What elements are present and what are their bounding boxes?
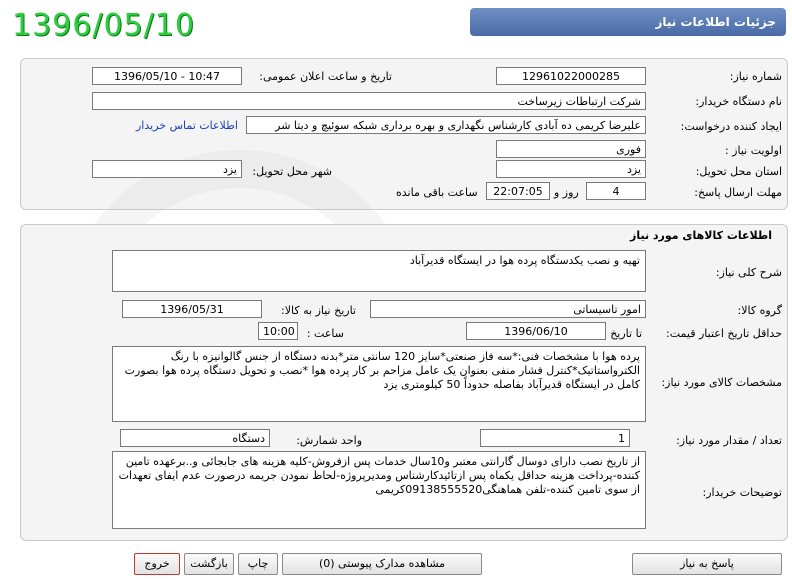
general-desc-label: شرح کلی نیاز: xyxy=(715,266,782,279)
city-label: شهر محل تحویل: xyxy=(252,165,332,178)
date-stamp: 1396/05/10 xyxy=(12,8,195,43)
unit-label: واحد شمارش: xyxy=(296,434,362,447)
deadline-time-field: 22:07:05 xyxy=(486,182,550,200)
creator-field: علیرضا کریمی ده آبادی کارشناس نگهداری و … xyxy=(246,116,646,134)
specs-field: پرده هوا با مشخصات فنی:*سه فاز صنعتی*سای… xyxy=(112,346,646,422)
priority-label: اولویت نیاز : xyxy=(724,144,782,157)
back-button[interactable]: بازگشت xyxy=(184,553,234,575)
contact-buyer-link[interactable]: اطلاعات تماس خریدار xyxy=(136,119,238,132)
need-number-field: 12961022000285 xyxy=(496,67,646,85)
qty-field: 1 xyxy=(480,429,630,447)
unit-field: دستگاه xyxy=(120,429,270,447)
buyer-label: نام دستگاه خریدار: xyxy=(695,95,782,108)
buyer-notes-label: توضیحات خریدار: xyxy=(702,486,783,499)
page-title: جزئیات اطلاعات نیاز xyxy=(655,15,776,29)
buyer-notes-field: از تاریخ نصب دارای دوسال گارانتی معتبر و… xyxy=(112,451,646,529)
view-attachments-button[interactable]: مشاهده مدارک پیوستی (0) xyxy=(282,553,482,575)
time-label: ساعت : xyxy=(306,327,344,340)
group-field: امور تاسیساتی xyxy=(370,300,646,318)
priority-field: فوری xyxy=(496,140,646,158)
reply-button[interactable]: پاسخ به نیاز xyxy=(632,553,782,575)
time-field: 10:00 xyxy=(258,322,298,340)
announce-label: تاریخ و ساعت اعلان عمومی: xyxy=(259,70,392,83)
creator-label: ایجاد کننده درخواست: xyxy=(680,120,782,133)
need-date-label: تاریخ نیاز به کالا: xyxy=(281,304,356,317)
deadline-days-field: 4 xyxy=(586,182,646,200)
deadline-and-label: روز و xyxy=(554,186,579,199)
specs-label: مشخصات کالای مورد نیاز: xyxy=(661,376,782,389)
need-number-label: شماره نیاز: xyxy=(729,70,782,83)
province-label: استان محل تحویل: xyxy=(695,165,782,178)
until-date-label: تا تاریخ : xyxy=(603,327,642,340)
qty-label: تعداد / مقدار مورد نیاز: xyxy=(676,434,782,447)
until-date-field: 1396/06/10 xyxy=(466,322,606,340)
goods-section-title: اطلاعات کالاهای مورد نیاز xyxy=(630,229,772,242)
exit-button[interactable]: خروج xyxy=(134,553,180,575)
group-label: گروه کالا: xyxy=(737,304,782,317)
general-desc-field: تهیه و نصب یکدستگاه پرده هوا در ایستگاه … xyxy=(112,250,646,292)
city-field: یزد xyxy=(92,160,242,178)
print-button[interactable]: چاپ xyxy=(238,553,278,575)
need-date-field: 1396/05/31 xyxy=(122,300,262,318)
deadline-remaining-label: ساعت باقی مانده xyxy=(396,186,478,199)
announce-field: 1396/05/10 - 10:47 xyxy=(92,67,242,85)
min-validity-label: حداقل تاریخ اعتبار قیمت: xyxy=(666,327,782,340)
buyer-field: شرکت ارتباطات زیرساخت xyxy=(92,92,646,110)
province-field: یزد xyxy=(496,160,646,178)
deadline-label: مهلت ارسال پاسخ: xyxy=(694,186,782,199)
